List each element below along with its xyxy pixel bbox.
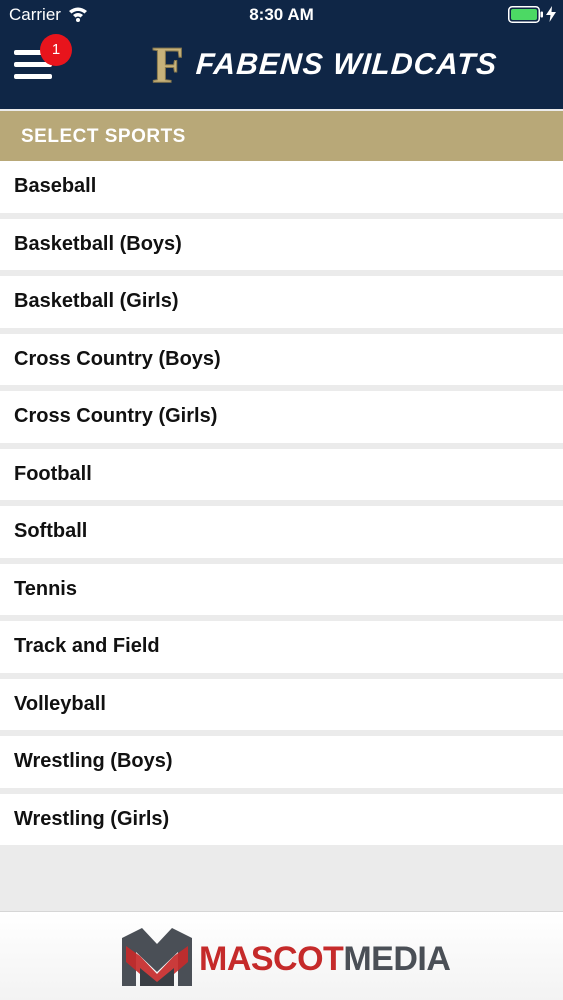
charging-bolt-icon bbox=[546, 6, 556, 27]
sport-label: Cross Country (Girls) bbox=[14, 405, 218, 428]
brand-name-part2: MEDIA bbox=[343, 940, 451, 978]
mascot-media-logo-icon bbox=[120, 924, 194, 990]
sport-label: Volleyball bbox=[14, 692, 106, 715]
list-item[interactable]: Cross Country (Boys) bbox=[0, 333, 563, 385]
list-item[interactable]: Football bbox=[0, 448, 563, 500]
section-title: SELECT SPORTS bbox=[21, 126, 186, 147]
brand-name-part1: MASCOT bbox=[199, 940, 344, 978]
list-item[interactable]: Tennis bbox=[0, 563, 563, 615]
sport-label: Cross Country (Boys) bbox=[14, 347, 221, 370]
notification-badge[interactable]: 1 bbox=[40, 34, 72, 66]
app-screen: Carrier 8:30 AM 1 F FABENS WILDCATS SELE… bbox=[0, 0, 563, 1000]
school-logo: F bbox=[150, 37, 186, 95]
clock: 8:30 AM bbox=[249, 5, 314, 24]
app-title: FABENS WILDCATS bbox=[194, 48, 499, 81]
list-item[interactable]: Softball bbox=[0, 506, 563, 558]
sport-label: Basketball (Girls) bbox=[14, 290, 179, 313]
sport-label: Track and Field bbox=[14, 635, 160, 658]
hamburger-bar bbox=[14, 74, 52, 79]
brand-name: MASCOTMEDIA bbox=[199, 940, 451, 979]
footer-banner[interactable]: MASCOTMEDIA bbox=[0, 911, 563, 1000]
sport-label: Football bbox=[14, 462, 92, 485]
section-header: SELECT SPORTS bbox=[0, 111, 563, 161]
list-item[interactable]: Track and Field bbox=[0, 621, 563, 673]
sport-label: Baseball bbox=[14, 175, 97, 198]
sport-label: Softball bbox=[14, 520, 88, 543]
list-item[interactable]: Wrestling (Boys) bbox=[0, 736, 563, 788]
list-item[interactable]: Volleyball bbox=[0, 678, 563, 730]
sports-list: Baseball Basketball (Boys) Basketball (G… bbox=[0, 161, 563, 851]
list-item[interactable]: Cross Country (Girls) bbox=[0, 391, 563, 443]
list-item[interactable]: Baseball bbox=[0, 161, 563, 213]
list-item[interactable]: Basketball (Girls) bbox=[0, 276, 563, 328]
battery-icon bbox=[508, 6, 544, 29]
sport-label: Basketball (Boys) bbox=[14, 232, 182, 255]
header: Carrier 8:30 AM 1 F FABENS WILDCATS bbox=[0, 0, 563, 109]
list-item[interactable]: Basketball (Boys) bbox=[0, 218, 563, 270]
list-item[interactable]: Wrestling (Girls) bbox=[0, 793, 563, 845]
sport-label: Tennis bbox=[14, 577, 77, 600]
sport-label: Wrestling (Boys) bbox=[14, 750, 173, 773]
sport-label: Wrestling (Girls) bbox=[14, 807, 170, 830]
status-bar: Carrier 8:30 AM bbox=[0, 0, 563, 30]
logo-letter: F bbox=[152, 38, 184, 88]
